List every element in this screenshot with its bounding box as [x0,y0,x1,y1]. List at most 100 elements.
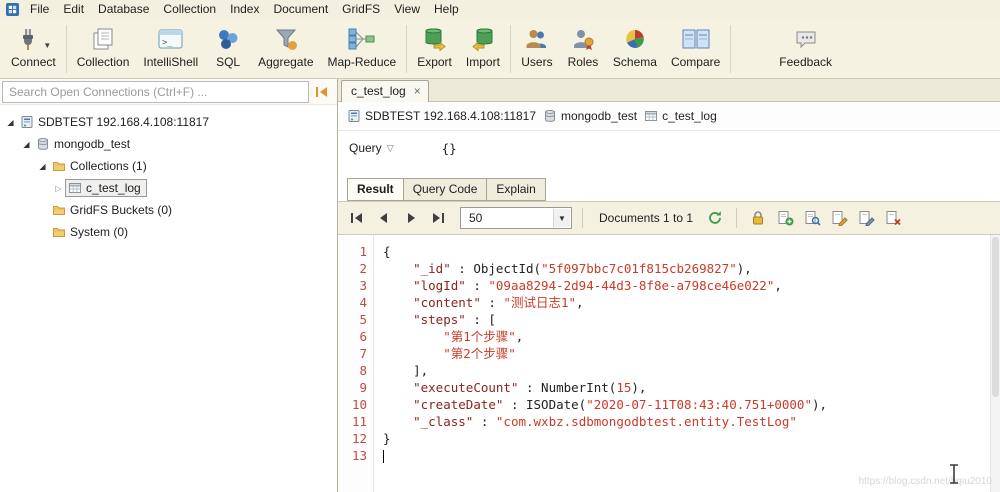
toolbar-button-label: Feedback [779,55,832,69]
separator [736,208,738,228]
code-line[interactable]: "createDate" : ISODate("2020-07-11T08:43… [383,396,1000,413]
roles-button[interactable]: Roles [560,20,606,78]
expand-node-icon[interactable]: ▷ [52,184,65,193]
menu-edit[interactable]: Edit [56,0,91,18]
edit-document-button[interactable] [828,207,850,229]
menu-gridfs[interactable]: GridFS [335,0,387,18]
menu-document[interactable]: Document [266,0,335,18]
intellishell-button[interactable]: >_ IntelliShell [136,20,205,78]
menu-help[interactable]: Help [427,0,466,18]
line-number-gutter: 1 2 3 4 5 6 7 8 9 10 11 12 13 [338,235,374,492]
connection-tree: ◢ SDBTEST 192.168.4.108:11817 ◢ mongodb_tes… [0,105,337,243]
code-line[interactable]: } [383,430,1000,447]
toolbar-button-label: Schema [612,55,657,69]
query-dropdown-icon[interactable]: ▽ [387,143,394,154]
breadcrumb-c-test-log[interactable]: c_test_log [644,109,717,123]
search-input[interactable] [2,80,309,103]
tree-item-collections-1[interactable]: ◢ Collections (1) [0,155,337,177]
previous-page-button[interactable] [373,207,395,229]
tree-item-mongodb-test[interactable]: ◢ mongodb_test [0,133,337,155]
sql-button[interactable]: SQL [205,20,251,78]
schema-icon [622,26,648,52]
menu-view[interactable]: View [387,0,427,18]
collapse-node-icon[interactable]: ◢ [36,162,49,171]
tree-item-label: SDBTEST 192.168.4.108:11817 [38,115,210,129]
collection-button[interactable]: Collection [70,20,137,78]
sql-icon [215,26,241,52]
export-button[interactable]: Export [410,20,459,78]
breadcrumb: SDBTEST 192.168.4.108:11817 mongodb_test c… [338,102,1000,131]
compare-button[interactable]: Compare [664,20,727,78]
app-icon [6,2,19,16]
collection-small-icon [644,109,658,123]
breadcrumb-sdbtest-192-168-4-108-11817[interactable]: SDBTEST 192.168.4.108:11817 [347,109,536,123]
code-line[interactable]: { [383,243,1000,260]
next-page-icon [404,212,418,224]
tree-item-system-0[interactable]: System (0) [0,221,337,243]
next-page-button[interactable] [400,207,422,229]
result-tab-result[interactable]: Result [347,178,404,201]
delete-document-button[interactable] [882,207,904,229]
tree-item-c-test-log[interactable]: ▷ c_test_log [0,177,337,199]
breadcrumb-mongodb-test[interactable]: mongodb_test [543,109,637,123]
edit-json-button[interactable] [855,207,877,229]
tree-item-label: System (0) [70,225,129,239]
collapse-panel-button[interactable] [309,81,335,103]
first-page-icon [350,212,364,224]
page-size-select[interactable]: 50 ▼ [460,207,572,229]
feedback-button[interactable]: Feedback [772,20,839,78]
document-json[interactable]: { "_id" : ObjectId("5f097bbc7c01f815cb26… [374,235,1000,492]
first-page-button[interactable] [346,207,368,229]
chevron-down-icon: ▼ [553,209,570,227]
code-line[interactable]: "_id" : ObjectId("5f097bbc7c01f815cb2698… [383,260,1000,277]
lock-button[interactable] [747,207,769,229]
main-toolbar: ▼ Connect Collection >_ IntelliShell SQL Aggre… [0,18,1000,79]
toolbar-button-label: Import [465,55,500,69]
code-line[interactable]: "第1个步骤", [383,328,1000,345]
code-line[interactable]: "logId" : "09aa8294-2d94-44d3-8f8e-a798c… [383,277,1000,294]
last-page-button[interactable] [427,207,449,229]
tree-item-sdbtest-192-168-4-108-11817[interactable]: ◢ SDBTEST 192.168.4.108:11817 [0,111,337,133]
server-icon [20,115,34,129]
menu-file[interactable]: File [23,0,56,18]
code-line[interactable]: ], [383,362,1000,379]
refresh-button[interactable] [704,207,726,229]
toolbar-button-label: Export [417,55,452,69]
tab-bar: c_test_log × [338,79,1000,102]
close-icon[interactable]: × [414,85,421,97]
menu-database[interactable]: Database [91,0,156,18]
connect-button[interactable]: ▼ Connect [4,20,63,78]
schema-button[interactable]: Schema [606,20,664,78]
code-line[interactable] [383,447,1000,464]
tab-c-test-log[interactable]: c_test_log × [341,80,429,102]
collapse-node-icon[interactable]: ◢ [20,140,33,149]
menu-collection[interactable]: Collection [156,0,223,18]
code-line[interactable]: "executeCount" : NumberInt(15), [383,379,1000,396]
import-button[interactable]: Import [459,20,507,78]
code-line[interactable]: "第2个步骤" [383,345,1000,362]
result-tab-explain[interactable]: Explain [486,178,546,201]
tree-item-label: GridFS Buckets (0) [70,203,173,217]
chevron-down-icon[interactable]: ▼ [43,41,51,50]
scrollbar-thumb[interactable] [992,237,999,397]
results-toolbar: 50 ▼ Documents 1 to 1 [338,201,1000,235]
json-editor[interactable]: 1 2 3 4 5 6 7 8 9 10 11 12 13 { "_id" : ObjectId("5f… [338,235,1000,492]
toolbar-button-label: Map-Reduce [327,55,397,69]
code-line[interactable]: "_class" : "com.wxbz.sdbmongodbtest.enti… [383,413,1000,430]
editor-vertical-scrollbar[interactable] [990,235,1000,492]
collapse-node-icon[interactable]: ◢ [4,118,17,127]
code-line[interactable]: "content" : "测试日志1", [383,294,1000,311]
toolbar-separator [65,25,67,73]
previous-page-icon [377,212,391,224]
code-line[interactable]: "steps" : [ [383,311,1000,328]
result-tab-query-code[interactable]: Query Code [402,178,488,201]
view-document-button[interactable] [801,207,823,229]
menu-index[interactable]: Index [223,0,266,18]
users-button[interactable]: Users [514,20,560,78]
tree-item-gridfs-buckets-0[interactable]: GridFS Buckets (0) [0,199,337,221]
toolbar-button-label: IntelliShell [143,55,199,69]
map-reduce-button[interactable]: Map-Reduce [321,20,404,78]
aggregate-button[interactable]: Aggregate [251,20,320,78]
add-document-button[interactable] [774,207,796,229]
query-input[interactable]: {} [442,141,457,156]
